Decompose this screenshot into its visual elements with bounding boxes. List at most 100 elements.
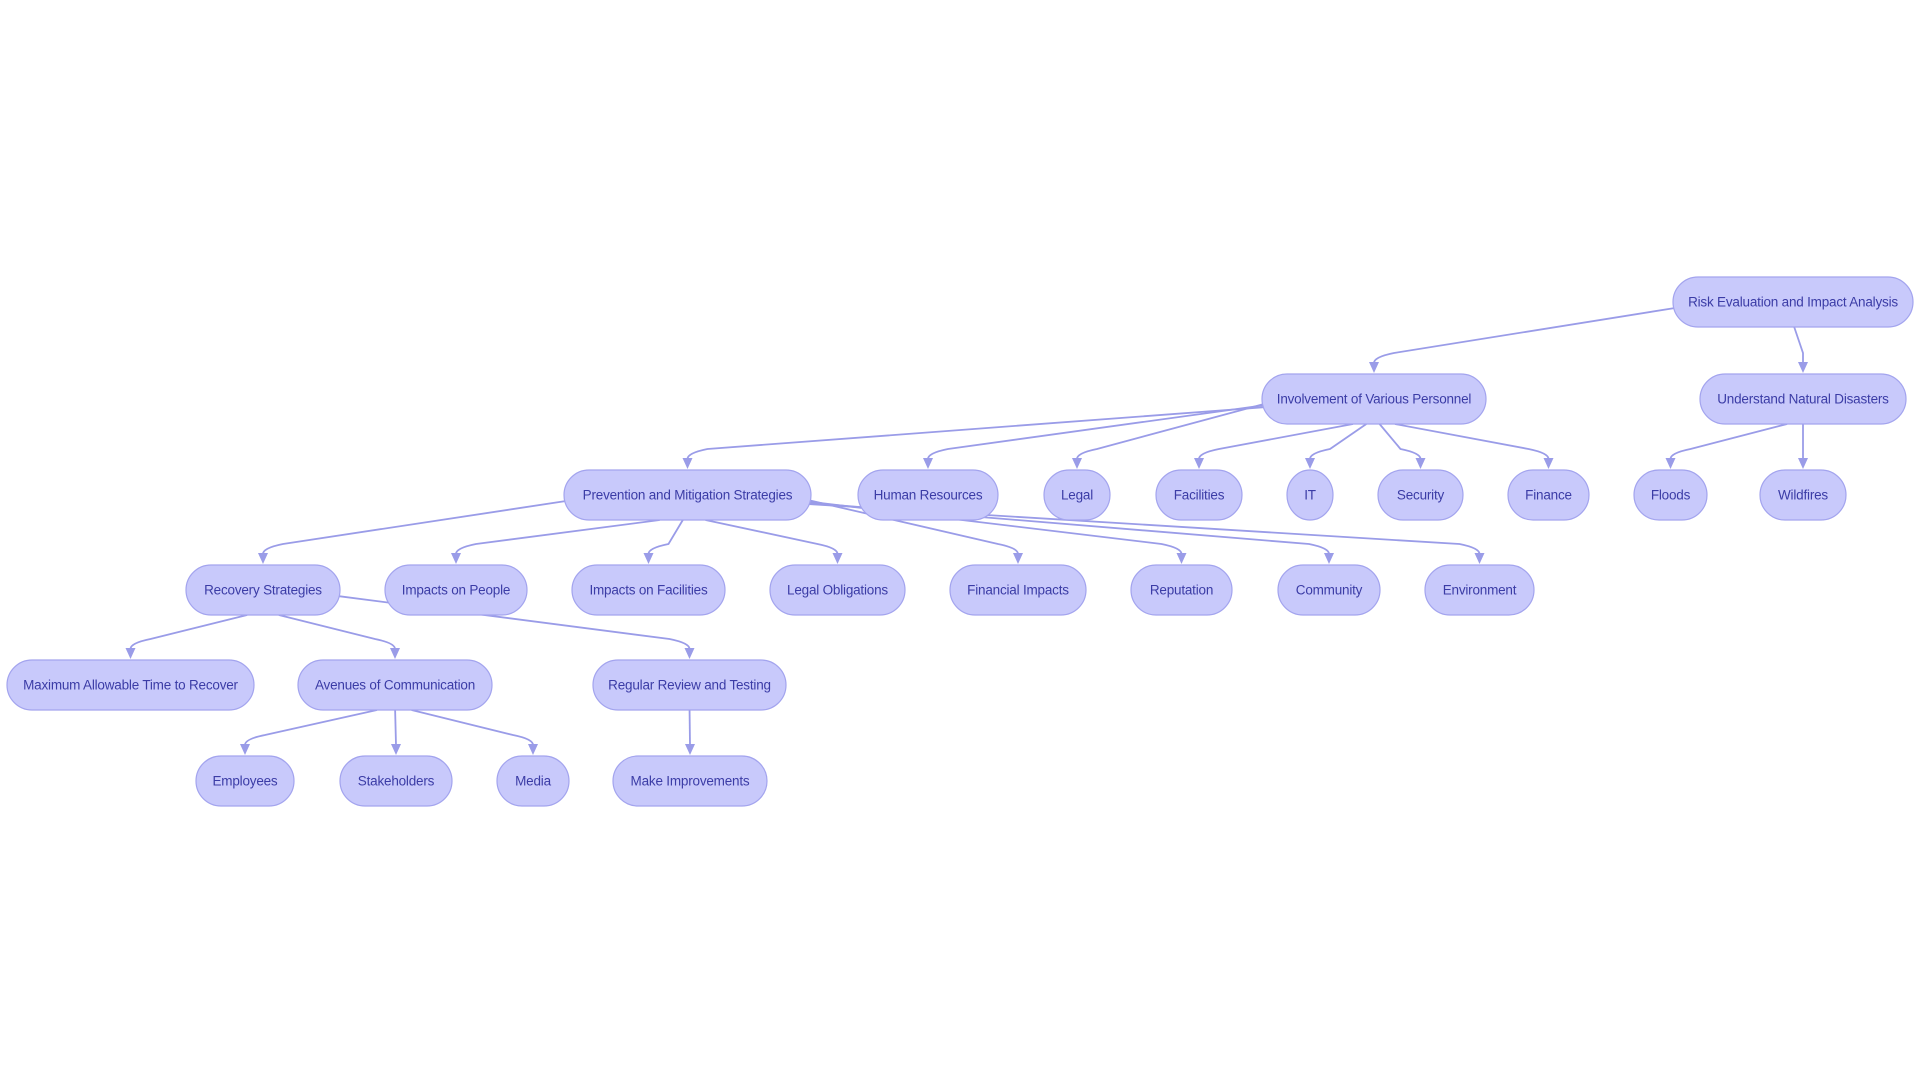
node-maxtime: Maximum Allowable Time to Recover: [6, 659, 255, 711]
node-label: Recovery Strategies: [204, 583, 322, 598]
edge-prevention-to-recovery: [262, 500, 567, 555]
node-people: Impacts on People: [384, 564, 528, 616]
node-security: Security: [1377, 469, 1464, 521]
arrowhead-icon: [125, 648, 136, 659]
arrowhead-icon: [1324, 553, 1334, 564]
edge-prevention-to-people: [455, 519, 660, 555]
arrowhead-icon: [923, 458, 933, 469]
node-label: Avenues of Communication: [315, 678, 475, 693]
node-media: Media: [496, 755, 570, 807]
arrowhead-icon: [1543, 458, 1554, 469]
node-label: Make Improvements: [631, 774, 750, 789]
arrowhead-icon: [1176, 553, 1187, 564]
node-label: Legal Obligations: [787, 583, 888, 598]
node-label: Human Resources: [874, 488, 983, 503]
edge-avenues-to-stakeholders: [394, 709, 397, 746]
edge-involvement-to-legal: [1076, 403, 1265, 460]
node-label: Floods: [1651, 488, 1691, 503]
node-label: Facilities: [1174, 488, 1225, 503]
node-label: Risk Evaluation and Impact Analysis: [1688, 295, 1898, 310]
node-employees: Employees: [195, 755, 295, 807]
arrowhead-icon: [258, 553, 268, 564]
node-label: Wildfires: [1778, 488, 1828, 503]
edge-recovery-to-maxtime: [129, 614, 248, 650]
edge-avenues-to-media: [411, 709, 534, 746]
node-financial: Financial Impacts: [949, 564, 1087, 616]
edge-prevention-to-legalobl: [705, 519, 839, 555]
node-label: IT: [1304, 488, 1316, 503]
arrowhead-icon: [1798, 362, 1808, 373]
node-review: Regular Review and Testing: [592, 659, 787, 711]
arrowhead-icon: [832, 553, 843, 564]
node-label: Legal: [1061, 488, 1093, 503]
arrowhead-icon: [643, 553, 654, 564]
arrowhead-icon: [684, 648, 695, 659]
node-facilities: Facilities: [1155, 469, 1243, 521]
arrowhead-icon: [1798, 458, 1808, 469]
node-hr: Human Resources: [857, 469, 999, 521]
node-avenues: Avenues of Communication: [297, 659, 493, 711]
arrowhead-icon: [528, 744, 538, 755]
node-label: Impacts on People: [402, 583, 510, 598]
node-stakeholders: Stakeholders: [339, 755, 453, 807]
node-label: Environment: [1443, 583, 1517, 598]
flowchart-canvas: Risk Evaluation and Impact Analysis Invol…: [6, 276, 1914, 807]
arrowhead-icon: [1369, 362, 1379, 373]
edge-recovery-to-avenues: [278, 614, 396, 650]
edge-involvement-to-finance: [1394, 423, 1550, 460]
node-impfacilities: Impacts on Facilities: [571, 564, 726, 616]
edge-avenues-to-employees: [244, 709, 378, 746]
node-label: Financial Impacts: [967, 583, 1069, 598]
node-floods: Floods: [1633, 469, 1708, 521]
edge-involvement-to-security: [1378, 423, 1422, 460]
node-community: Community: [1277, 564, 1381, 616]
arrowhead-icon: [390, 648, 400, 659]
edge-prevention-to-impfacilities: [647, 519, 684, 555]
node-label: Prevention and Mitigation Strategies: [583, 488, 793, 503]
node-reputation: Reputation: [1130, 564, 1233, 616]
node-improvements: Make Improvements: [612, 755, 768, 807]
node-label: Regular Review and Testing: [608, 678, 771, 693]
arrowhead-icon: [1072, 458, 1082, 469]
node-label: Maximum Allowable Time to Recover: [23, 678, 238, 693]
node-label: Finance: [1525, 488, 1572, 503]
node-legal: Legal: [1043, 469, 1111, 521]
edge-involvement-to-facilities: [1198, 423, 1354, 460]
edge-risk-to-natural: [1793, 326, 1804, 363]
arrowhead-icon: [1305, 458, 1315, 469]
node-label: Community: [1296, 583, 1363, 598]
node-label: Employees: [213, 774, 278, 789]
arrowhead-icon: [682, 458, 693, 469]
edge-natural-to-floods: [1669, 423, 1788, 460]
node-it: IT: [1286, 469, 1334, 521]
node-label: Reputation: [1150, 583, 1213, 598]
arrowhead-icon: [1013, 553, 1023, 564]
edge-involvement-to-prevention: [686, 406, 1265, 460]
arrowhead-icon: [391, 744, 401, 755]
node-recovery: Recovery Strategies: [185, 564, 341, 616]
arrowhead-icon: [1665, 458, 1676, 469]
arrowhead-icon: [451, 553, 461, 564]
node-label: Media: [515, 774, 551, 789]
node-risk: Risk Evaluation and Impact Analysis: [1672, 276, 1914, 328]
node-natural: Understand Natural Disasters: [1699, 373, 1907, 425]
node-prevention: Prevention and Mitigation Strategies: [563, 469, 812, 521]
node-label: Impacts on Facilities: [589, 583, 708, 598]
node-wildfires: Wildfires: [1759, 469, 1847, 521]
nodes-layer: Risk Evaluation and Impact Analysis Invol…: [6, 276, 1914, 807]
node-environment: Environment: [1424, 564, 1535, 616]
node-label: Understand Natural Disasters: [1717, 392, 1889, 407]
arrowhead-icon: [685, 744, 695, 755]
edge-risk-to-involvement: [1373, 307, 1676, 364]
arrowhead-icon: [1474, 553, 1485, 564]
node-label: Security: [1397, 488, 1445, 503]
arrowhead-icon: [1194, 458, 1204, 469]
edge-involvement-to-it: [1309, 423, 1367, 460]
arrowhead-icon: [240, 744, 250, 755]
node-label: Involvement of Various Personnel: [1277, 392, 1472, 407]
node-legalobl: Legal Obligations: [769, 564, 906, 616]
node-involvement: Involvement of Various Personnel: [1261, 373, 1487, 425]
arrowhead-icon: [1415, 458, 1426, 469]
node-label: Stakeholders: [358, 774, 435, 789]
node-finance: Finance: [1507, 469, 1590, 521]
